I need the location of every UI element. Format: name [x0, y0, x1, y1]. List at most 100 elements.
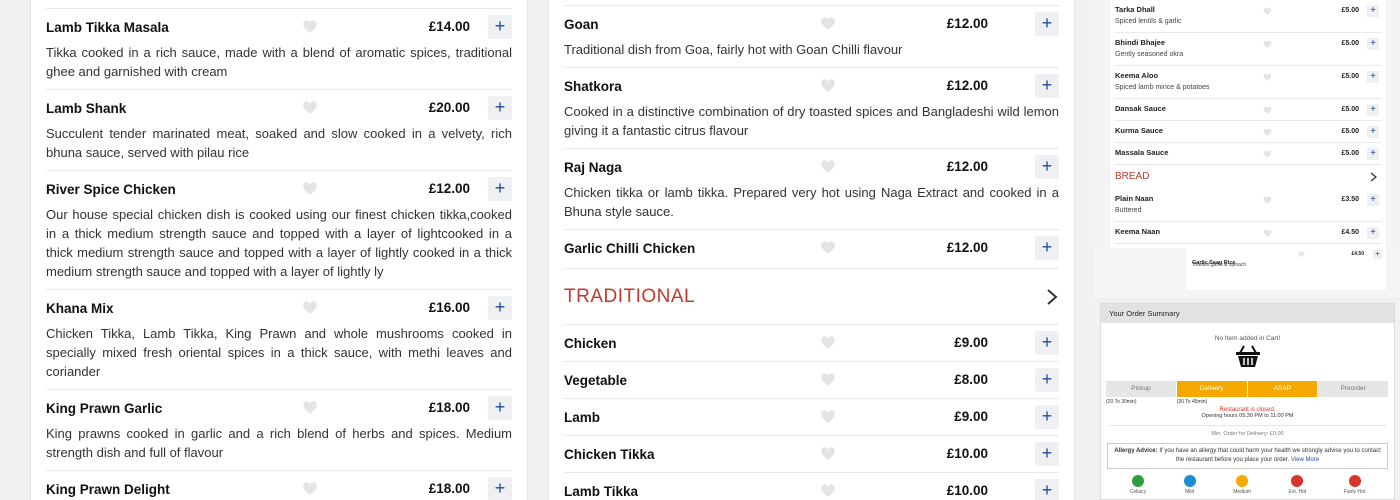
heart-icon[interactable] — [302, 181, 318, 197]
heart-icon[interactable] — [820, 159, 836, 175]
tab-pickup[interactable]: Pickup — [1106, 381, 1177, 397]
item-description: Chicken Tikka, Lamb Tikka, King Prawn an… — [46, 326, 512, 379]
add-button[interactable]: + — [1035, 442, 1059, 466]
chevron-right-icon[interactable] — [1045, 288, 1059, 306]
heart-icon[interactable] — [820, 372, 836, 388]
item-name: Shatkora — [564, 78, 622, 94]
menu-column-1: Lamb Tikka Masala £14.00 + Tikka cooked … — [30, 0, 528, 500]
menu-item: Khana Mix £16.00 + Chicken Tikka, Lamb T… — [46, 290, 512, 390]
menu-item: Chicken £9.00 + — [564, 325, 1059, 362]
heart-icon[interactable] — [1263, 106, 1272, 115]
dietary-legend: Celiacy Mild Medium Ext. Hot Fairly Hot — [1101, 475, 1394, 495]
item-name: Chicken — [564, 335, 617, 351]
heart-icon[interactable] — [302, 100, 318, 116]
diet-icon — [1236, 475, 1249, 487]
add-button[interactable]: + — [1367, 104, 1379, 116]
menu-item: Keema Naan £4.50 + — [1115, 222, 1381, 244]
heart-icon[interactable] — [1263, 150, 1272, 159]
add-button[interactable]: + — [1367, 5, 1379, 17]
chevron-right-icon[interactable] — [1370, 172, 1377, 182]
add-button[interactable]: + — [488, 15, 512, 39]
item-name: Garlic Chilli Chicken — [564, 240, 696, 256]
item-price: £12.00 — [946, 16, 988, 31]
item-name: Chicken Tikka — [564, 446, 655, 462]
heart-icon[interactable] — [1298, 251, 1305, 258]
item-name: Garlic Saag Rice — [1192, 260, 1236, 266]
add-button[interactable]: + — [1367, 126, 1379, 138]
add-button[interactable]: + — [1367, 194, 1379, 206]
item-price: £5.00 — [1341, 106, 1359, 113]
heart-icon[interactable] — [820, 78, 836, 94]
legend-label: Ext. Hot — [1288, 489, 1307, 495]
heart-icon[interactable] — [302, 481, 318, 497]
heart-icon[interactable] — [1263, 128, 1272, 137]
heart-icon[interactable] — [820, 335, 836, 351]
item-name: Khana Mix — [46, 300, 114, 316]
legend-item: Mild — [1183, 475, 1196, 495]
add-button[interactable]: + — [1367, 38, 1379, 50]
item-price: £5.00 — [1341, 73, 1359, 80]
add-button[interactable]: + — [1035, 74, 1059, 98]
add-button[interactable]: + — [488, 296, 512, 320]
category-header-traditional[interactable]: TRADITIONAL — [564, 269, 1059, 325]
add-button[interactable]: + — [1035, 12, 1059, 36]
add-button[interactable]: + — [488, 396, 512, 420]
add-button[interactable]: + — [1035, 155, 1059, 179]
add-button[interactable]: + — [1367, 148, 1379, 160]
item-description: Spiced lentils & garlic — [1115, 18, 1182, 25]
empty-cart-message: No Item added in Cart! — [1214, 335, 1281, 342]
heart-icon[interactable] — [302, 19, 318, 35]
tab-asap[interactable]: ASAP — [1247, 381, 1319, 397]
heart-icon[interactable] — [302, 300, 318, 316]
add-button[interactable]: + — [1367, 227, 1379, 239]
item-description: Traditional dish from Goa, fairly hot wi… — [564, 42, 903, 57]
add-button[interactable]: + — [488, 177, 512, 201]
heart-icon[interactable] — [820, 240, 836, 256]
legend-label: Medium — [1233, 489, 1251, 495]
menu-item: Massala Sauce £5.00 + — [1115, 143, 1381, 165]
order-type-tabs: Pickup Delivery ASAP Preorder — [1106, 381, 1389, 397]
order-summary-title: Your Order Summary — [1101, 304, 1394, 323]
view-more-link[interactable]: View More — [1291, 457, 1319, 463]
menu-item: Garlic Chilli Chicken £12.00 + — [564, 230, 1059, 269]
heart-icon[interactable] — [302, 400, 318, 416]
preview-item-card: Garlic Saag Rice £4.50 + Toasted garlic … — [1093, 248, 1400, 298]
legend-label: Mild — [1185, 489, 1195, 495]
heart-icon[interactable] — [1263, 196, 1272, 205]
item-price: £9.00 — [954, 409, 988, 424]
add-button[interactable]: + — [1373, 250, 1382, 259]
add-button[interactable]: + — [488, 96, 512, 120]
item-description: Gently seasoned okra — [1115, 51, 1184, 58]
add-button[interactable]: + — [1367, 71, 1379, 83]
item-name: Lamb — [564, 409, 601, 425]
item-price: £9.00 — [954, 335, 988, 350]
add-button[interactable]: + — [1035, 368, 1059, 392]
heart-icon[interactable] — [820, 409, 836, 425]
heart-icon[interactable] — [1263, 40, 1272, 49]
allergy-text: If you have an allergy that could harm y… — [1159, 448, 1381, 463]
tab-preorder[interactable]: Preorder — [1318, 381, 1389, 397]
heart-icon[interactable] — [1263, 7, 1272, 16]
heart-icon[interactable] — [820, 446, 836, 462]
tab-delivery[interactable]: Delivery — [1176, 381, 1248, 397]
item-price: £5.00 — [1341, 40, 1359, 47]
category-header-bread[interactable]: BREAD — [1115, 165, 1381, 189]
item-description: Spiced lamb mince & potatoes — [1115, 84, 1210, 91]
item-name: King Prawn Garlic — [46, 400, 163, 416]
add-button[interactable]: + — [1035, 331, 1059, 355]
menu-item: King Prawn Delight £18.00 + — [46, 471, 512, 500]
add-button[interactable]: + — [1035, 236, 1059, 260]
heart-icon[interactable] — [820, 483, 836, 499]
menu-item: Vegetable £8.00 + — [564, 362, 1059, 399]
add-button[interactable]: + — [1035, 479, 1059, 500]
menu-item: Garlic Saag Rice £4.50 + Toasted garlic … — [1186, 248, 1386, 290]
add-button[interactable]: + — [1035, 405, 1059, 429]
heart-icon[interactable] — [1263, 229, 1272, 238]
item-price: £12.00 — [946, 159, 988, 174]
heart-icon[interactable] — [820, 16, 836, 32]
delivery-time: (30 To 45min) — [1176, 399, 1208, 405]
heart-icon[interactable] — [1263, 73, 1272, 82]
add-button[interactable]: + — [488, 477, 512, 500]
item-price: £16.00 — [428, 300, 470, 315]
item-description: Succulent tender marinated meat, soaked … — [46, 126, 512, 160]
